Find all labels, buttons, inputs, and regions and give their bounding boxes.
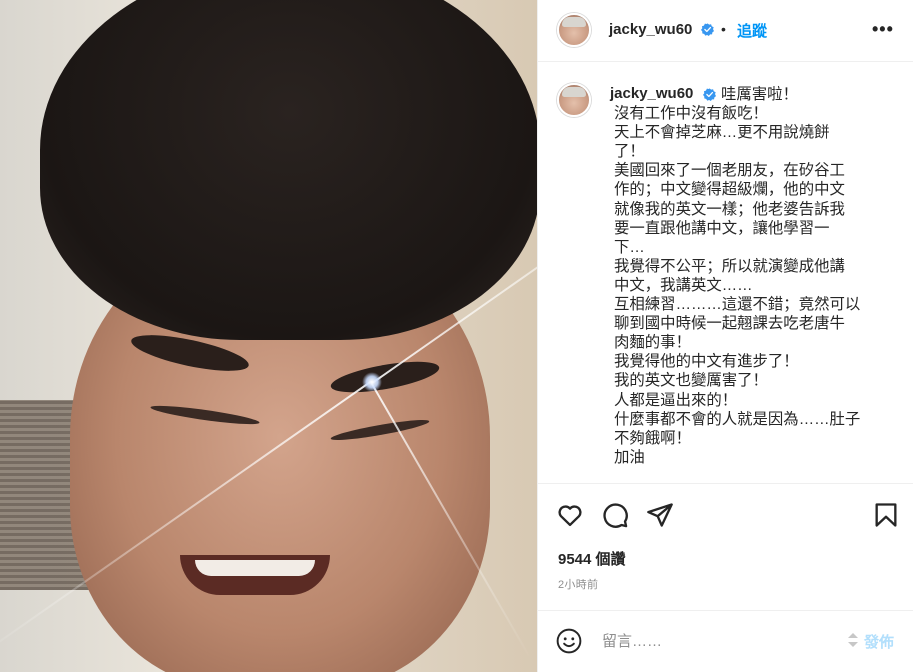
caption-line: 聊到國中時候一起翹課去吃老唐牛 (614, 315, 845, 333)
caption-line: 什麼事都不會的人就是因為……肚子 (614, 410, 861, 428)
caption-line: 不夠餓啊！ (614, 429, 691, 447)
caption-line: 我覺得他的中文有進步了！ (614, 353, 799, 371)
post-caption: 哇厲害啦！ 沒有工作中沒有飯吃！ 天上不會掉芝麻…更不用說燒餅 了！ 美國回來了一個老朋… (614, 84, 886, 467)
caption-line: 肉麵的事！ (614, 334, 691, 352)
caption-line: 人都是逼出來的！ (614, 391, 738, 409)
caption-line: 要一直跟他講中文，讓他學習一 (614, 219, 830, 237)
caption-line: 就像我的英文一樣；他老婆告訴我 (614, 200, 845, 218)
post-photo[interactable] (0, 0, 537, 672)
photo-hair (40, 0, 537, 340)
verified-badge-icon (701, 23, 714, 36)
header-separator: • (721, 21, 726, 37)
comment-bar: 發佈 (538, 610, 913, 672)
heart-icon[interactable] (556, 501, 584, 529)
caption-line: 下… (614, 238, 645, 256)
caption-line: 作的；中文變得超級爛，他的中文 (614, 181, 845, 199)
caption-line: 哇厲害啦！ (721, 86, 798, 103)
share-icon[interactable] (646, 501, 674, 529)
caption-line: 我的英文也變厲害了！ (614, 372, 768, 390)
emoji-icon[interactable] (556, 628, 582, 654)
caption-line: 中文，我講英文…… (614, 276, 753, 294)
caption-line: 天上不會掉芝麻…更不用說燒餅 (614, 124, 830, 142)
caption-avatar[interactable] (557, 83, 591, 117)
header-username[interactable]: jacky_wu60 (609, 21, 692, 38)
bookmark-icon[interactable] (872, 501, 900, 529)
more-options-icon[interactable]: ••• (872, 19, 894, 40)
photo-teeth (195, 560, 315, 576)
action-bar (538, 483, 913, 545)
caption-line: 沒有工作中沒有飯吃！ (614, 105, 768, 123)
caption-line: 加油 (614, 448, 645, 466)
follow-button[interactable]: 追蹤 (737, 20, 767, 41)
post-side-panel: jacky_wu60 • 追蹤 ••• jacky_wu60 哇厲害啦！ 沒有工作… (537, 0, 913, 672)
comment-input[interactable] (602, 627, 832, 655)
like-count[interactable]: 9544 個讚 (558, 548, 626, 569)
resize-grip-icon (848, 633, 858, 647)
caption-line: 美國回來了一個老朋友，在矽谷工 (614, 162, 845, 180)
caption-area: jacky_wu60 哇厲害啦！ 沒有工作中沒有飯吃！ 天上不會掉芝麻…更不用說燒餅… (538, 62, 913, 483)
post-timestamp[interactable]: 2小時前 (558, 576, 598, 592)
post-comment-button[interactable]: 發佈 (864, 631, 894, 652)
post-header: jacky_wu60 • 追蹤 ••• (538, 0, 913, 62)
caption-line: 互相練習………這還不錯；竟然可以 (614, 296, 861, 314)
caption-line: 了！ (614, 143, 645, 161)
caption-line: 我覺得不公平；所以就演變成他講 (614, 257, 845, 275)
avatar[interactable] (557, 13, 591, 47)
photo-lens-flare (362, 372, 382, 392)
comment-icon[interactable] (601, 501, 629, 529)
